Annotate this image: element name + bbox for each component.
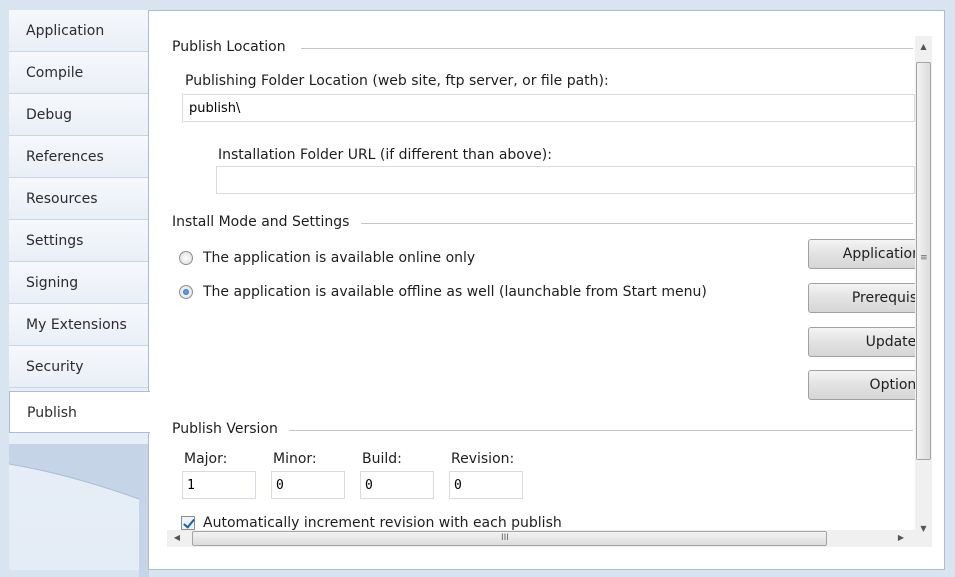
grip-icon: III [501, 533, 509, 543]
options-button[interactable]: Option: [808, 370, 928, 400]
tab-resources[interactable]: Resources [9, 178, 149, 220]
vertical-scroll-thumb[interactable]: ≡ [916, 62, 931, 460]
publishing-folder-input[interactable] [182, 94, 915, 122]
horizontal-scroll-thumb[interactable]: III [192, 531, 827, 546]
tab-signing[interactable]: Signing [9, 262, 149, 304]
publish-panel: Publish Location Publishing Folder Locat… [148, 10, 945, 570]
grip-icon: ≡ [920, 253, 928, 263]
tab-strip-decoration [9, 444, 149, 577]
tab-compile[interactable]: Compile [9, 52, 149, 94]
major-label: Major: [184, 451, 228, 467]
scroll-up-arrow-icon[interactable]: ▲ [915, 42, 932, 51]
major-input[interactable] [182, 471, 256, 499]
property-pages-window: Application Compile Debug References Res… [0, 0, 955, 577]
auto-increment-checkbox-row[interactable]: Automatically increment revision with ea… [181, 515, 562, 531]
installation-url-input[interactable] [216, 166, 915, 194]
tab-strip: Application Compile Debug References Res… [9, 10, 150, 577]
radio-button[interactable] [179, 285, 193, 299]
auto-increment-label: Automatically increment revision with ea… [203, 515, 562, 531]
section-divider [301, 48, 913, 49]
prerequisites-button[interactable]: Prerequisi [808, 283, 928, 313]
revision-label: Revision: [451, 451, 515, 467]
section-title-publish-version: Publish Version [172, 421, 278, 437]
radio-label: The application is available offline as … [203, 284, 707, 300]
revision-input[interactable] [449, 471, 523, 499]
section-title-install-mode: Install Mode and Settings [172, 214, 350, 230]
horizontal-scrollbar[interactable]: ◀ III ▶ [167, 530, 917, 547]
build-label: Build: [362, 451, 402, 467]
scroll-left-arrow-icon[interactable]: ◀ [171, 533, 183, 542]
installation-url-label: Installation Folder URL (if different th… [218, 147, 552, 163]
tab-settings[interactable]: Settings [9, 220, 149, 262]
section-divider [289, 430, 913, 431]
vertical-scrollbar[interactable]: ▲ ≡ ▼ [915, 36, 932, 547]
tab-references[interactable]: References [9, 136, 149, 178]
tab-my-extensions[interactable]: My Extensions [9, 304, 149, 346]
updates-button[interactable]: Update: [808, 327, 928, 357]
section-divider [361, 223, 913, 224]
tab-application[interactable]: Application [9, 10, 149, 52]
scroll-down-arrow-icon[interactable]: ▼ [915, 524, 932, 533]
minor-input[interactable] [271, 471, 345, 499]
build-input[interactable] [360, 471, 434, 499]
tab-security[interactable]: Security [9, 346, 149, 388]
tab-debug[interactable]: Debug [9, 94, 149, 136]
application-files-button[interactable]: Application [808, 239, 928, 269]
tab-publish[interactable]: Publish [9, 391, 150, 433]
radio-online-only[interactable]: The application is available online only [179, 250, 475, 266]
radio-label: The application is available online only [203, 250, 476, 266]
radio-button[interactable] [179, 251, 193, 265]
section-title-publish-location: Publish Location [172, 39, 286, 55]
radio-offline-as-well[interactable]: The application is available offline as … [179, 284, 707, 300]
auto-increment-checkbox[interactable] [181, 516, 195, 530]
scroll-right-arrow-icon[interactable]: ▶ [895, 533, 907, 542]
publishing-folder-label: Publishing Folder Location (web site, ft… [185, 73, 609, 89]
minor-label: Minor: [273, 451, 317, 467]
